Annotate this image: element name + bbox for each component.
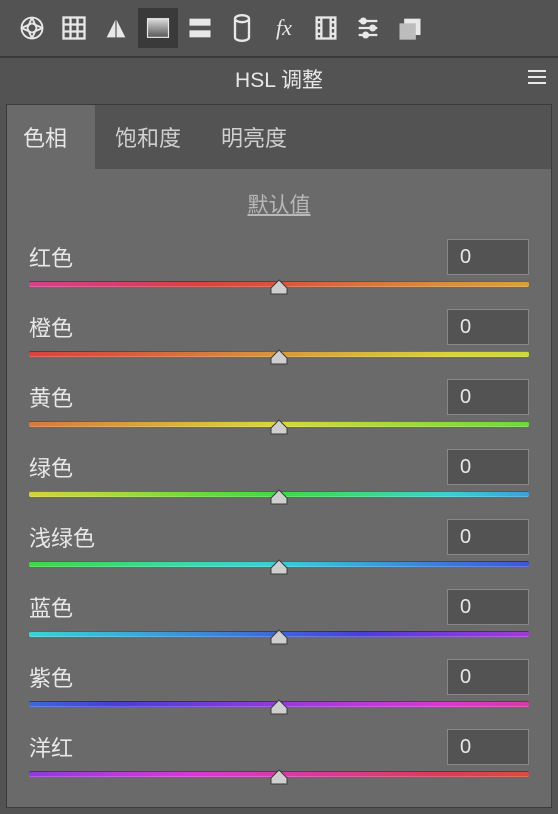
- slider-track[interactable]: [29, 771, 529, 793]
- fx-icon[interactable]: fx: [264, 8, 304, 48]
- slider-thumb[interactable]: [268, 278, 290, 296]
- slider-value-input[interactable]: [447, 729, 529, 765]
- cylinder-icon[interactable]: [222, 8, 262, 48]
- default-link[interactable]: 默认值: [7, 169, 551, 233]
- slider-row: 黄色: [7, 379, 551, 443]
- slider-track[interactable]: [29, 351, 529, 373]
- tab-saturation[interactable]: 饱和度: [95, 105, 201, 169]
- slider-row: 洋红: [7, 729, 551, 793]
- aperture-icon[interactable]: [12, 8, 52, 48]
- triangle-icon[interactable]: [96, 8, 136, 48]
- slider-value-input[interactable]: [447, 449, 529, 485]
- tabs: 色相 饱和度 明亮度: [7, 105, 551, 169]
- slider-track[interactable]: [29, 281, 529, 303]
- film-icon[interactable]: [306, 8, 346, 48]
- slider-label: 蓝色: [29, 591, 73, 623]
- slider-track[interactable]: [29, 631, 529, 653]
- slider-thumb[interactable]: [268, 768, 290, 786]
- tab-hue[interactable]: 色相: [7, 105, 95, 169]
- sliders-icon[interactable]: [348, 8, 388, 48]
- slider-track[interactable]: [29, 701, 529, 723]
- slider-value-input[interactable]: [447, 519, 529, 555]
- slider-label: 绿色: [29, 451, 73, 483]
- slider-track[interactable]: [29, 561, 529, 583]
- gradient-icon[interactable]: [138, 8, 178, 48]
- slider-thumb[interactable]: [268, 418, 290, 436]
- slider-value-input[interactable]: [447, 239, 529, 275]
- toolbar: fx: [0, 0, 558, 58]
- panel-title-row: HSL 调整: [0, 58, 558, 100]
- slider-thumb[interactable]: [268, 558, 290, 576]
- slider-label: 黄色: [29, 381, 73, 413]
- grid-icon[interactable]: [54, 8, 94, 48]
- slider-label: 橙色: [29, 311, 73, 343]
- slider-row: 蓝色: [7, 589, 551, 653]
- panel-menu-icon[interactable]: [526, 68, 548, 92]
- slider-thumb[interactable]: [268, 698, 290, 716]
- slider-track[interactable]: [29, 421, 529, 443]
- stack-icon[interactable]: [390, 8, 430, 48]
- slider-row: 绿色: [7, 449, 551, 513]
- slider-thumb[interactable]: [268, 488, 290, 506]
- slider-row: 红色: [7, 239, 551, 303]
- slider-thumb[interactable]: [268, 628, 290, 646]
- slider-thumb[interactable]: [268, 348, 290, 366]
- slider-label: 红色: [29, 241, 73, 273]
- slider-label: 紫色: [29, 661, 73, 693]
- split-icon[interactable]: [180, 8, 220, 48]
- slider-label: 浅绿色: [29, 521, 95, 553]
- panel-body: 色相 饱和度 明亮度 默认值 红色橙色黄色绿色浅绿色蓝色紫色洋红: [6, 104, 552, 808]
- slider-value-input[interactable]: [447, 659, 529, 695]
- sliders-container: 红色橙色黄色绿色浅绿色蓝色紫色洋红: [7, 239, 551, 793]
- slider-value-input[interactable]: [447, 589, 529, 625]
- slider-label: 洋红: [29, 731, 73, 763]
- slider-value-input[interactable]: [447, 379, 529, 415]
- slider-row: 橙色: [7, 309, 551, 373]
- panel-title: HSL 调整: [0, 64, 558, 94]
- slider-track[interactable]: [29, 491, 529, 513]
- tab-luminance[interactable]: 明亮度: [201, 105, 307, 169]
- slider-row: 浅绿色: [7, 519, 551, 583]
- slider-value-input[interactable]: [447, 309, 529, 345]
- slider-row: 紫色: [7, 659, 551, 723]
